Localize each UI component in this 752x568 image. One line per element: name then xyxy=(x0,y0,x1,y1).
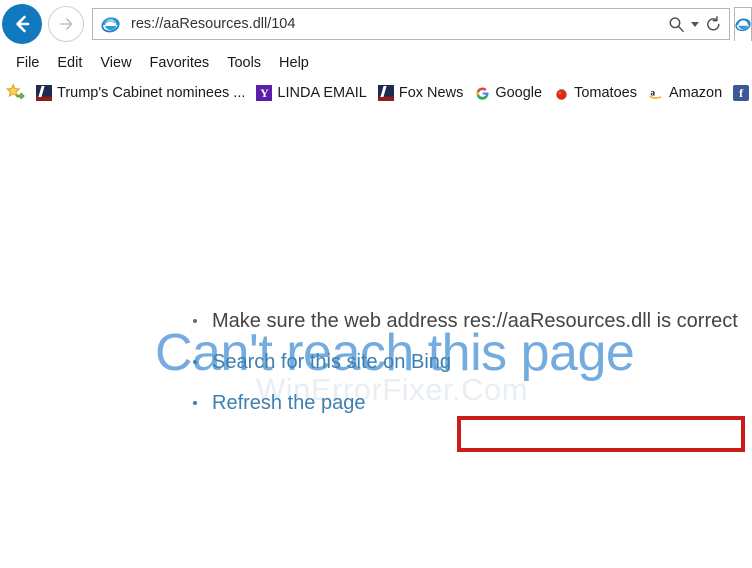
list-item-search-bing[interactable]: Search for this site on Bing xyxy=(190,350,738,374)
internet-explorer-icon xyxy=(99,13,121,35)
list-item-refresh-page[interactable]: Refresh the page xyxy=(190,391,738,415)
address-bar[interactable]: res://aaResources.dll/104 xyxy=(92,8,730,40)
menu-item-help[interactable]: Help xyxy=(270,54,318,72)
google-icon xyxy=(474,85,490,101)
browser-window: res://aaResources.dll/104 File Edit View… xyxy=(0,0,752,568)
forward-button[interactable] xyxy=(48,6,84,42)
menu-bar: File Edit View Favorites Tools Help xyxy=(0,50,752,76)
navigation-toolbar: res://aaResources.dll/104 xyxy=(0,0,752,48)
favorite-item-linda-email[interactable]: Y LINDA EMAIL xyxy=(256,85,367,101)
favorite-item-label: Google xyxy=(495,85,543,101)
facebook-icon: f xyxy=(733,85,750,101)
menu-item-view[interactable]: View xyxy=(91,54,140,72)
favorite-item-label: LINDA EMAIL xyxy=(277,85,367,101)
favorites-bar: Trump's Cabinet nominees ... Y LINDA EMA… xyxy=(0,78,752,108)
favorite-item-fox-news[interactable]: Fox News xyxy=(377,85,464,101)
add-to-favorites-star-icon[interactable] xyxy=(5,82,26,104)
back-button[interactable] xyxy=(2,4,42,44)
tomato-icon xyxy=(553,85,569,101)
menu-item-file[interactable]: File xyxy=(7,54,48,72)
news-site-icon xyxy=(36,85,52,101)
favorite-item-amazon[interactable]: a Amazon xyxy=(648,85,722,101)
favorite-item-google[interactable]: Google xyxy=(474,85,542,101)
error-page-content: WinErrorFixer.Com Can't reach this page … xyxy=(0,110,752,568)
menu-item-favorites[interactable]: Favorites xyxy=(141,54,219,72)
refresh-icon[interactable] xyxy=(705,15,722,33)
menu-item-tools[interactable]: Tools xyxy=(218,54,270,72)
list-item-check-address: Make sure the web address res://aaResour… xyxy=(190,309,738,333)
back-arrow-icon xyxy=(16,15,30,33)
favorite-item-trump-cabinet[interactable]: Trump's Cabinet nominees ... xyxy=(36,85,245,101)
favorite-item-tomatoes[interactable]: Tomatoes xyxy=(553,85,637,101)
favorite-item-label: Amazon xyxy=(668,85,723,101)
favorite-item-label: Trump's Cabinet nominees ... xyxy=(57,85,246,101)
address-bar-text[interactable]: res://aaResources.dll/104 xyxy=(131,16,668,32)
favorite-item-facebook[interactable]: f We xyxy=(733,85,752,101)
address-bar-actions xyxy=(668,15,729,33)
browser-tab[interactable] xyxy=(734,7,752,41)
menu-item-edit[interactable]: Edit xyxy=(48,54,91,72)
internet-explorer-icon xyxy=(735,18,751,32)
favorite-item-label: Tomatoes xyxy=(574,85,637,101)
amazon-icon: a xyxy=(648,85,664,101)
search-icon[interactable] xyxy=(668,16,685,33)
toolbar-divider xyxy=(0,108,752,109)
svg-text:a: a xyxy=(651,87,656,97)
forward-arrow-icon xyxy=(60,18,73,30)
fox-news-icon xyxy=(377,85,394,101)
chevron-down-icon[interactable] xyxy=(691,21,699,27)
suggestion-list: Make sure the web address res://aaResour… xyxy=(190,309,738,432)
favorite-item-label: Fox News xyxy=(398,85,464,101)
yahoo-icon: Y xyxy=(256,85,273,101)
